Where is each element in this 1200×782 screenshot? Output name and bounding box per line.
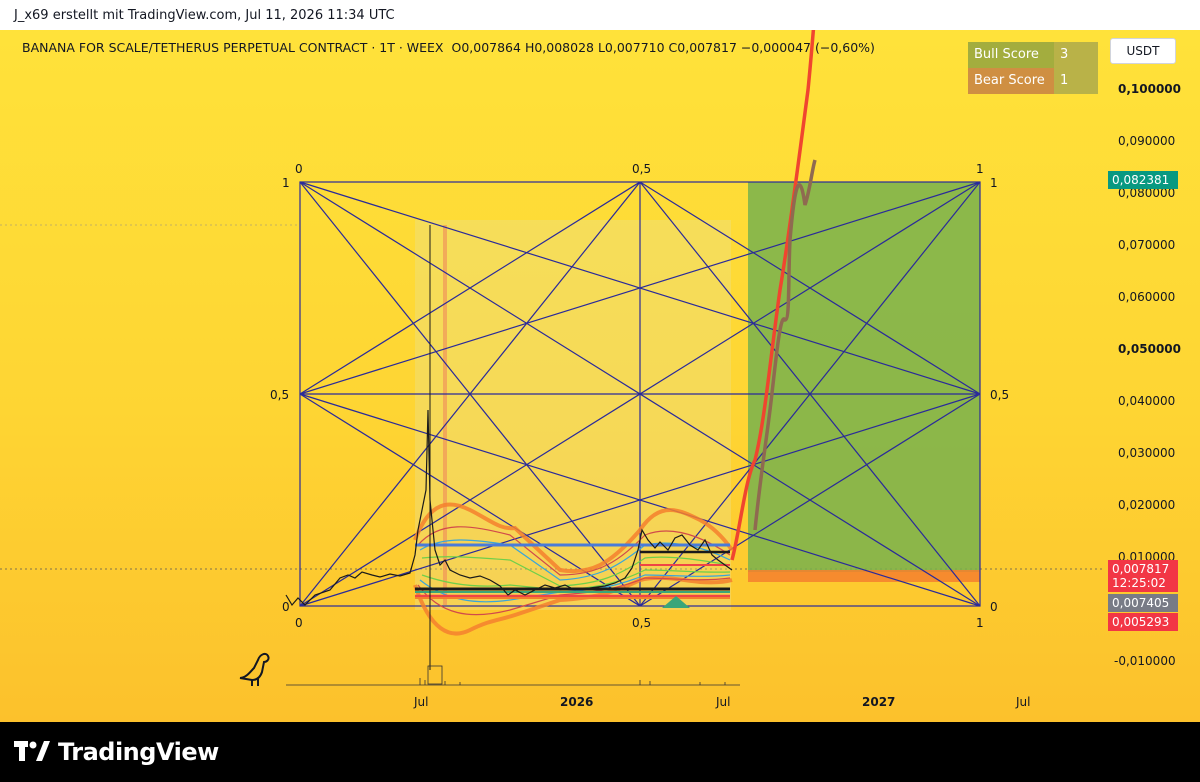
y-label: 0,030000 (1118, 446, 1176, 460)
fib-bottom-0: 0 (295, 616, 303, 630)
fib-right-1: 1 (990, 176, 998, 190)
bear-score-row: Bear Score 1 (968, 68, 1098, 94)
bull-score-label: Bull Score (968, 42, 1054, 68)
fib-bottom-1: 1 (976, 616, 984, 630)
attribution-text: J_x69 erstellt mit TradingView.com, Jul … (14, 8, 395, 23)
bear-score-value: 1 (1054, 68, 1098, 94)
x-label-jul-1: Jul (414, 695, 429, 709)
last-price-tag: 0,007817 12:25:02 (1108, 560, 1178, 592)
tradingview-logo[interactable]: TradingView (14, 738, 219, 766)
x-label-2027: 2027 (862, 695, 896, 709)
bull-score-row: Bull Score 3 (968, 42, 1098, 68)
symbol-name: BANANA FOR SCALE/TETHERUS PERPETUAL CONT… (22, 40, 444, 55)
last-price-value: 0,007817 (1112, 562, 1170, 576)
tradingview-brand: TradingView (58, 738, 219, 766)
y-label: 0,040000 (1118, 394, 1176, 408)
level-a-tag: 0,007405 (1108, 594, 1178, 612)
faded-bar (443, 225, 447, 605)
chart-area[interactable]: 0 0,5 1 1 0,5 0 1 0,5 0 0 0,5 1 BANANA F… (0, 30, 1200, 722)
fib-right-0: 0 (990, 600, 998, 614)
bull-score-value: 3 (1054, 42, 1098, 68)
x-label-jul-3: Jul (1016, 695, 1031, 709)
price-axis[interactable]: USDT 0,100000 0,090000 0,080000 0,070000… (1104, 30, 1200, 722)
fib-top-1: 1 (976, 162, 984, 176)
chart-canvas[interactable] (0, 30, 1104, 722)
y-label: 0,100000 (1118, 82, 1182, 96)
fib-left-1: 1 (282, 176, 290, 190)
orange-stop-zone (748, 570, 980, 582)
y-label: 0,060000 (1118, 290, 1176, 304)
attribution-bar: J_x69 erstellt mit TradingView.com, Jul … (0, 0, 1200, 30)
fib-top-0: 0 (295, 162, 303, 176)
fib-bottom-05: 0,5 (632, 616, 652, 630)
x-label-2026: 2026 (560, 695, 594, 709)
currency-button[interactable]: USDT (1110, 38, 1176, 64)
candle-countdown: 12:25:02 (1112, 576, 1166, 590)
bear-score-label: Bear Score (968, 68, 1054, 94)
score-table: Bull Score 3 Bear Score 1 (968, 42, 1098, 94)
fib-left-05: 0,5 (270, 388, 290, 402)
dinosaur-icon (239, 652, 270, 686)
target-price-tag: 0,082381 (1108, 171, 1178, 189)
fib-top-05: 0,5 (632, 162, 652, 176)
volume-bars (286, 665, 740, 686)
y-label: 0,050000 (1118, 342, 1182, 356)
level-b-tag: 0,005293 (1108, 613, 1178, 631)
ohlc-values: O0,007864 H0,008028 L0,007710 C0,007817 … (451, 40, 875, 55)
fib-left-0: 0 (282, 600, 290, 614)
footer: TradingView (0, 722, 1200, 782)
y-label: -0,010000 (1114, 654, 1176, 668)
y-label: 0,070000 (1118, 238, 1176, 252)
fib-right-05: 0,5 (990, 388, 1010, 402)
symbol-legend[interactable]: BANANA FOR SCALE/TETHERUS PERPETUAL CONT… (22, 40, 875, 55)
x-label-jul-2: Jul (716, 695, 731, 709)
y-label: 0,090000 (1118, 134, 1176, 148)
tradingview-logo-icon (14, 741, 50, 761)
green-target-zone (748, 182, 980, 572)
y-label: 0,020000 (1118, 498, 1176, 512)
